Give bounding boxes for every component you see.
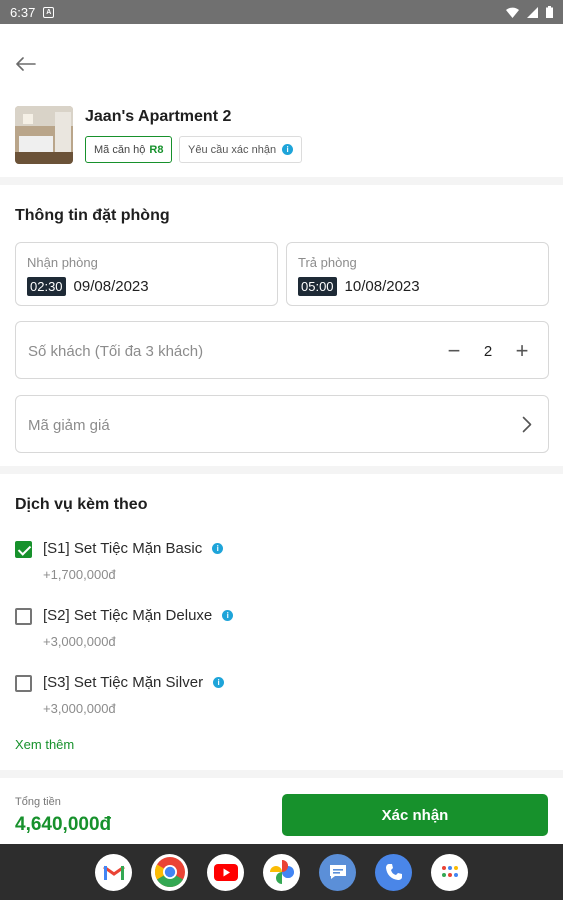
checkout-field[interactable]: Trả phòng 05:00 10/08/2023: [286, 242, 549, 306]
apartment-code-value: R8: [149, 143, 164, 156]
service-name-wrapper: [S2] Set Tiệc Mặn Deluxe i: [43, 607, 234, 624]
confirm-button[interactable]: Xác nhận: [282, 794, 548, 836]
battery-icon: [546, 6, 553, 18]
services-section-title: Dịch vụ kèm theo: [15, 496, 148, 513]
checkout-date: 10/08/2023: [344, 278, 420, 295]
status-bar: 6:37 A: [0, 0, 563, 24]
checkin-field[interactable]: Nhận phòng 02:30 09/08/2023: [15, 242, 278, 306]
info-icon[interactable]: i: [282, 144, 294, 155]
info-icon[interactable]: i: [222, 610, 234, 621]
arrow-left-icon: [16, 57, 36, 71]
service-item[interactable]: [S2] Set Tiệc Mặn Deluxe i +3,000,000đ: [15, 607, 548, 657]
service-price: +3,000,000đ: [43, 634, 116, 649]
apps-icon[interactable]: [431, 853, 468, 891]
chrome-icon[interactable]: [151, 853, 188, 891]
back-button[interactable]: [12, 50, 40, 78]
decrease-guests-button[interactable]: −: [442, 340, 466, 362]
discount-code-label: Mã giảm giá: [28, 417, 110, 434]
service-name: [S2] Set Tiệc Mặn Deluxe: [43, 607, 213, 624]
checkout-label: Trả phòng: [298, 255, 357, 270]
apartment-code-label: Mã căn hộ: [94, 143, 146, 156]
service-checkbox[interactable]: [15, 675, 32, 692]
chevron-right-icon: [522, 416, 532, 433]
wifi-icon: [506, 7, 519, 18]
hotel-name: Jaan's Apartment 2: [85, 108, 232, 125]
checkout-time: 05:00: [298, 277, 337, 296]
total-value: 4,640,000đ: [15, 814, 112, 835]
booking-section-title: Thông tin đặt phòng: [15, 207, 170, 224]
checkin-label: Nhận phòng: [27, 255, 98, 270]
status-icons: [506, 6, 553, 18]
status-time: 6:37: [10, 4, 36, 20]
guest-stepper: − 2 +: [442, 340, 534, 362]
youtube-icon[interactable]: [207, 853, 244, 891]
app-dock: [0, 844, 563, 900]
service-checkbox[interactable]: [15, 608, 32, 625]
service-name-wrapper: [S3] Set Tiệc Mặn Silver i: [43, 674, 225, 691]
confirmation-required-tag[interactable]: Yêu cầu xác nhận i: [179, 136, 303, 163]
booking-footer: Tổng tiền 4,640,000đ Xác nhận: [0, 770, 563, 844]
info-icon[interactable]: i: [213, 677, 225, 688]
divider: [0, 177, 563, 185]
phone-icon[interactable]: [375, 853, 412, 891]
increase-guests-button[interactable]: +: [510, 340, 534, 362]
signal-icon: [527, 6, 538, 18]
see-more-link[interactable]: Xem thêm: [15, 737, 74, 752]
service-price: +1,700,000đ: [43, 567, 116, 582]
guest-count-label: Số khách (Tối đa 3 khách): [28, 343, 204, 360]
service-name-wrapper: [S1] Set Tiệc Mặn Basic i: [43, 540, 224, 557]
apartment-code-tag: Mã căn hộ R8: [85, 136, 173, 163]
gmail-icon[interactable]: [95, 853, 132, 891]
checkin-date: 09/08/2023: [73, 278, 149, 295]
hotel-header: Jaan's Apartment 2 Mã căn hộ R8 Yêu cầu …: [15, 106, 548, 164]
confirmation-required-label: Yêu cầu xác nhận: [188, 143, 277, 156]
service-name: [S3] Set Tiệc Mặn Silver: [43, 674, 204, 691]
photos-icon[interactable]: [263, 853, 300, 891]
messages-icon[interactable]: [319, 853, 356, 891]
guest-count-field: Số khách (Tối đa 3 khách) − 2 +: [15, 321, 549, 379]
hotel-thumbnail[interactable]: [15, 106, 73, 164]
total-label: Tổng tiền: [15, 796, 61, 808]
service-item[interactable]: [S1] Set Tiệc Mặn Basic i +1,700,000đ: [15, 540, 548, 590]
service-item[interactable]: [S3] Set Tiệc Mặn Silver i +3,000,000đ: [15, 674, 548, 724]
service-name: [S1] Set Tiệc Mặn Basic: [43, 540, 203, 557]
guest-count-value: 2: [483, 342, 493, 360]
service-price: +3,000,000đ: [43, 701, 116, 716]
notification-icon: A: [43, 6, 55, 18]
divider: [0, 466, 563, 474]
discount-code-field[interactable]: Mã giảm giá: [15, 395, 549, 453]
info-icon[interactable]: i: [212, 543, 224, 554]
checkin-time: 02:30: [27, 277, 66, 296]
service-checkbox[interactable]: [15, 541, 32, 558]
